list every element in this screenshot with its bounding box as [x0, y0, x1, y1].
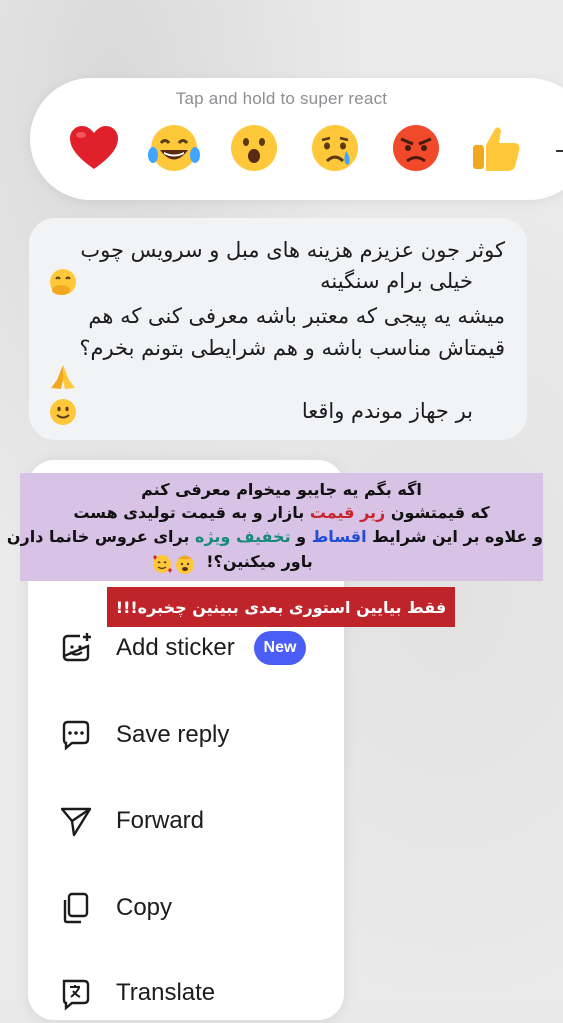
overlay-line-2-part-b: بازار و به قیمت تولیدی هست — [73, 503, 305, 522]
menu-item-copy[interactable]: Copy — [28, 878, 344, 938]
super-react-hint: Tap and hold to super react — [175, 89, 388, 108]
menu-item-forward[interactable]: Forward — [28, 791, 344, 851]
thumbs-up-icon[interactable] — [468, 120, 524, 176]
menu-item-translate[interactable]: Translate — [28, 963, 344, 1023]
menu-label-copy: Copy — [116, 894, 173, 921]
menu-item-save-reply[interactable]: Save reply — [28, 705, 344, 765]
more-reactions-icon[interactable] — [556, 150, 563, 152]
translate-icon — [62, 979, 90, 1011]
message-line-3: میشه یه پیجی که معتبر باشه معرفی کنی که … — [88, 304, 505, 328]
crying-face-icon[interactable] — [307, 120, 363, 176]
forward-icon — [60, 807, 92, 837]
overlay-line-2-part-a: که قیمتشون — [390, 503, 490, 522]
laughing-tears-icon[interactable] — [146, 120, 202, 176]
angry-face-icon[interactable] — [388, 120, 444, 176]
overlay-line-3-part-b: و — [296, 527, 307, 546]
sticker-add-icon — [62, 633, 91, 662]
message-line-1: کوثر جون عزیزم هزینه های مبل و سرویس چوب — [80, 238, 505, 262]
menu-label-forward: Forward — [116, 807, 205, 834]
overlay-highlight-blue: اقساط — [311, 527, 367, 546]
overlay-line-3-part-a: و علاوه بر این شرایط — [372, 527, 543, 546]
message-line-4: قیمتاش مناسب باشه و هم شرایطی بتونم بخرم… — [79, 336, 505, 360]
message-line-2: خیلی برام سنگینه — [320, 269, 473, 293]
overlay-highlight-red: زیر قیمت — [309, 503, 386, 522]
overlay-line-4: باور میکنین؟! — [206, 552, 313, 571]
overlay-line-3: و علاوه بر این شرایط اقساط و تخفیف ویژه … — [7, 527, 543, 546]
hand-over-mouth-face-icon — [48, 267, 78, 297]
folded-hands-icon — [48, 362, 78, 392]
slightly-smiling-face-icon — [48, 397, 78, 427]
surprised-face-icon[interactable] — [226, 120, 282, 176]
copy-icon — [63, 892, 89, 924]
overlay-line-2: که قیمتشون زیر قیمت بازار و به قیمت تولی… — [20, 503, 543, 522]
overlay-line-1: اگه بگم یه جایبو میخوام معرفی کنم — [141, 480, 422, 499]
message-line-6: بر جهاز موندم واقعا — [301, 399, 473, 423]
red-heart-icon[interactable] — [66, 120, 122, 176]
save-reply-icon — [62, 720, 90, 751]
smiling-face-with-hearts-icon — [151, 553, 173, 575]
menu-label-translate: Translate — [116, 979, 216, 1006]
new-badge: New — [254, 631, 306, 665]
story-banner-red: فقط بیایین استوری بعدی ببینین چخبره!!! — [107, 587, 455, 627]
overlay-line-3-part-c: برای عروس خانما دارن — [6, 527, 190, 546]
menu-label-add-sticker: Add sticker — [116, 634, 235, 661]
overlay-highlight-teal: تخفیف ویژه — [195, 527, 291, 546]
menu-label-save-reply: Save reply — [116, 721, 230, 748]
mind-blown-icon — [174, 553, 196, 575]
